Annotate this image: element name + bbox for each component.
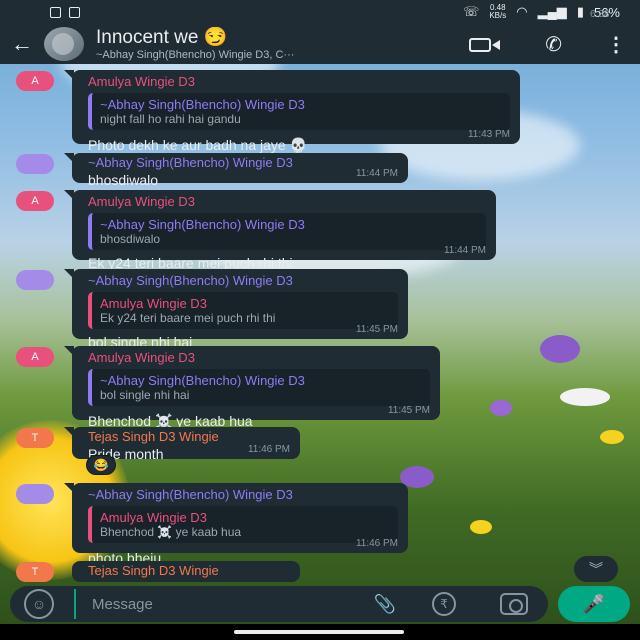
battery-icon: ▮ [576, 4, 584, 19]
message-time: 11:44 PM [355, 168, 398, 179]
message-time: 11:44 PM [443, 245, 486, 256]
message-time: 11:46 PM [247, 444, 290, 455]
message-bubble[interactable]: Tejas Singh D3 Wingie [72, 561, 300, 582]
message-bubble[interactable]: ~Abhay Singh(Bhencho) Wingie D3 Amulya W… [64, 269, 408, 350]
sender-avatar[interactable]: A [16, 71, 54, 91]
quoted-text: night fall ho rahi hai gandu [100, 112, 241, 126]
home-gesture-handle[interactable] [234, 630, 404, 634]
sender-avatar[interactable] [16, 154, 54, 174]
group-avatar[interactable] [44, 27, 84, 61]
chat-title: Innocent we 😏 [96, 27, 228, 48]
notification-icon [69, 6, 80, 18]
message-composer: ☺ 📎 ₹ [10, 586, 548, 622]
quoted-message[interactable]: ~Abhay Singh(Bhencho) Wingie D3 bhosdiwa… [88, 213, 486, 250]
voice-call-icon[interactable]: ✆ [545, 32, 562, 57]
message-bubble[interactable]: Amulya Wingie D3 ~Abhay Singh(Bhencho) W… [64, 190, 496, 271]
status-bar: 6:38 ☏ 0.48 KB/s ◠ ▂▄▆ ▮ 56% [0, 0, 640, 24]
message-reaction[interactable]: 😂 [86, 455, 116, 475]
quoted-text: bhosdiwalo [100, 232, 161, 246]
quoted-text: Bhenchod ☠️ ye kaab hua [100, 525, 242, 539]
message-sender[interactable]: Tejas Singh D3 Wingie [88, 563, 290, 579]
wifi-icon: ◠ [516, 4, 528, 19]
message-sender[interactable]: ~Abhay Singh(Bhencho) Wingie D3 [88, 273, 398, 289]
system-nav-bar [0, 624, 640, 640]
status-time: 6:38 [590, 9, 610, 20]
quoted-sender: Amulya Wingie D3 [100, 510, 207, 525]
quoted-sender: Amulya Wingie D3 [100, 296, 207, 311]
back-arrow-icon[interactable]: ← [0, 24, 44, 64]
message-bubble[interactable]: ~Abhay Singh(Bhencho) Wingie D3 bhosdiwa… [64, 153, 408, 188]
quoted-sender: ~Abhay Singh(Bhencho) Wingie D3 [100, 373, 305, 388]
quoted-text: Ek y24 teri baare mei puch rhi thi [100, 311, 276, 325]
message-sender[interactable]: Amulya Wingie D3 [88, 74, 510, 90]
message-text: Photo dekh ke aur badh na jaye 💀 [88, 137, 308, 153]
message-bubble[interactable]: Amulya Wingie D3 ~Abhay Singh(Bhencho) W… [64, 70, 520, 153]
message-list[interactable]: A Amulya Wingie D3 ~Abhay Singh(Bhencho)… [0, 64, 640, 584]
chat-title-area[interactable]: Innocent we 😏 ~Abhay Singh(Bhencho) Wing… [96, 27, 469, 61]
sender-avatar[interactable] [16, 270, 54, 290]
message-time: 11:46 PM [355, 538, 398, 549]
message-sender[interactable]: Tejas Singh D3 Wingie [88, 429, 290, 445]
message-bubble[interactable]: Amulya Wingie D3 ~Abhay Singh(Bhencho) W… [64, 346, 440, 429]
message-sender[interactable]: ~Abhay Singh(Bhencho) Wingie D3 [88, 487, 398, 503]
message-bubble[interactable]: ~Abhay Singh(Bhencho) Wingie D3 Amulya W… [64, 483, 408, 566]
signal-icon: ▂▄▆ [537, 4, 567, 19]
emoji-icon[interactable]: ☺ [24, 589, 54, 619]
scroll-to-bottom-button[interactable]: ︾ [574, 556, 618, 582]
message-input[interactable] [74, 589, 374, 619]
notification-icon [50, 6, 61, 18]
message-sender[interactable]: ~Abhay Singh(Bhencho) Wingie D3 [88, 155, 398, 171]
quoted-message[interactable]: Amulya Wingie D3 Ek y24 teri baare mei p… [88, 292, 398, 329]
microphone-icon: 🎤 [582, 593, 606, 614]
quoted-message[interactable]: Amulya Wingie D3 Bhenchod ☠️ ye kaab hua [88, 506, 398, 543]
message-time: 11:43 PM [467, 129, 510, 140]
microphone-button[interactable]: 🎤 [558, 586, 630, 622]
message-time: 11:45 PM [355, 324, 398, 335]
sender-avatar[interactable]: A [16, 191, 54, 211]
sender-avatar[interactable]: A [16, 347, 54, 367]
message-time: 11:45 PM [387, 405, 430, 416]
sender-avatar[interactable]: T [16, 428, 54, 448]
more-options-icon[interactable]: ⋮ [606, 32, 626, 57]
sender-avatar[interactable] [16, 484, 54, 504]
call-status-icon: ☏ [463, 4, 480, 19]
message-sender[interactable]: Amulya Wingie D3 [88, 350, 430, 366]
quoted-message[interactable]: ~Abhay Singh(Bhencho) Wingie D3 bol sing… [88, 369, 430, 406]
chat-header: ← Innocent we 😏 ~Abhay Singh(Bhencho) Wi… [0, 24, 640, 64]
video-call-icon[interactable] [469, 36, 501, 52]
quoted-sender: ~Abhay Singh(Bhencho) Wingie D3 [100, 217, 305, 232]
quoted-text: bol single nhi hai [100, 388, 190, 402]
double-chevron-down-icon: ︾ [589, 561, 603, 577]
quoted-message[interactable]: ~Abhay Singh(Bhencho) Wingie D3 night fa… [88, 93, 510, 130]
camera-icon[interactable] [500, 593, 528, 615]
message-text: bhosdiwalo [88, 172, 159, 188]
quoted-sender: ~Abhay Singh(Bhencho) Wingie D3 [100, 97, 305, 112]
network-speed: 0.48 KB/s [489, 3, 507, 20]
rupee-icon[interactable]: ₹ [432, 592, 456, 616]
chat-participants: ~Abhay Singh(Bhencho) Wingie D3, C··· [96, 49, 295, 61]
message-sender[interactable]: Amulya Wingie D3 [88, 194, 486, 210]
paperclip-icon[interactable]: 📎 [374, 594, 396, 615]
sender-avatar[interactable]: T [16, 562, 54, 582]
